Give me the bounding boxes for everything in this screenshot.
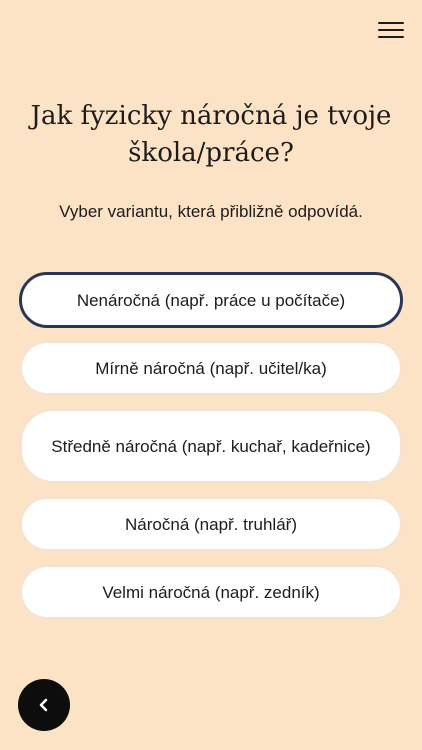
option-narocna[interactable]: Náročná (např. truhlář) — [19, 496, 403, 552]
menu-icon-bar — [378, 29, 404, 31]
option-label: Velmi náročná (např. zedník) — [102, 582, 320, 602]
menu-icon-bar — [378, 36, 404, 38]
option-mirne-narocna[interactable]: Mírně náročná (např. učitel/ka) — [19, 340, 403, 396]
option-label: Mírně náročná (např. učitel/ka) — [95, 358, 327, 378]
option-nenarocna[interactable]: Nenáročná (např. práce u počítače) — [19, 272, 403, 328]
question-title: Jak fyzicky náročná je tvoje škola/práce… — [30, 101, 392, 168]
question-subtitle: Vyber variantu, která přibližně odpovídá… — [59, 202, 363, 221]
option-velmi-narocna[interactable]: Velmi náročná (např. zedník) — [19, 564, 403, 620]
menu-icon-bar — [378, 22, 404, 24]
option-label: Středně náročná (např. kuchař, kadeřnice… — [51, 436, 371, 456]
back-button[interactable] — [18, 679, 70, 731]
option-stredne-narocna[interactable]: Středně náročná (např. kuchař, kadeřnice… — [19, 408, 403, 484]
answer-options: Nenáročná (např. práce u počítače) Mírně… — [19, 272, 403, 632]
chevron-left-icon — [38, 698, 50, 712]
option-label: Náročná (např. truhlář) — [125, 514, 297, 534]
menu-button[interactable] — [378, 18, 404, 40]
option-label: Nenáročná (např. práce u počítače) — [76, 290, 346, 310]
